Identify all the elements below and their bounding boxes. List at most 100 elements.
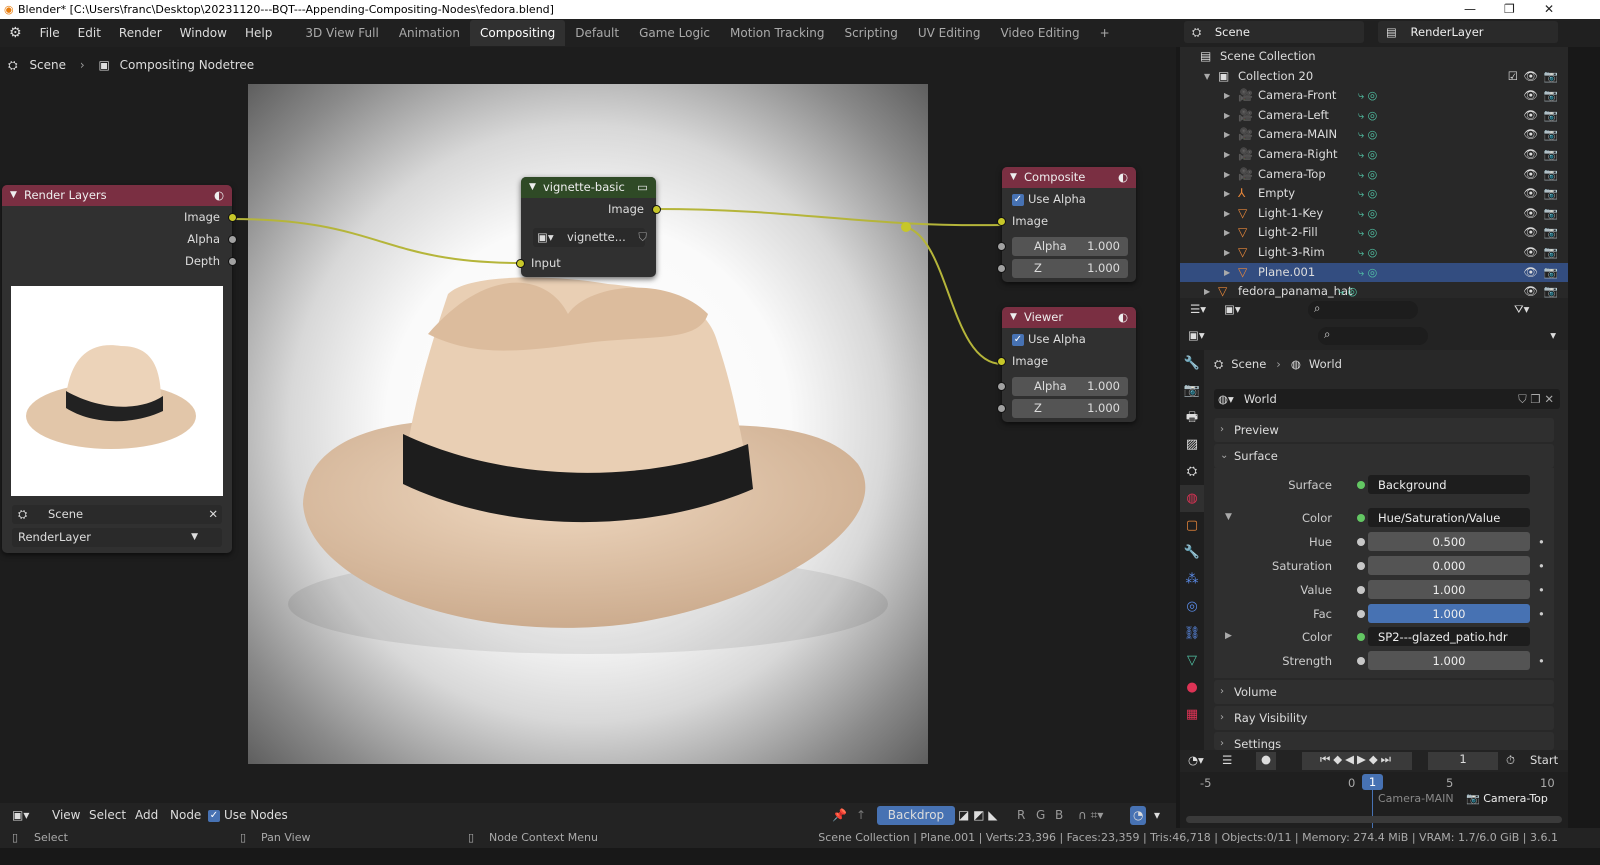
menu-select[interactable]: Select: [89, 805, 126, 825]
expand-arrow-icon[interactable]: ▶: [1224, 223, 1230, 243]
expand-arrow-icon[interactable]: ▶: [1224, 145, 1230, 165]
expand-color2-arrow[interactable]: ▶: [1225, 631, 1232, 641]
backdrop-toggle[interactable]: Backdrop: [877, 806, 955, 825]
properties-search-input[interactable]: ⌕: [1318, 327, 1428, 345]
use-nodes-checkbox[interactable]: ✓ Use Nodes: [208, 805, 288, 825]
filter-view-icon[interactable]: ▣▾: [1224, 302, 1241, 316]
pin-icon[interactable]: 📌: [832, 805, 847, 825]
scene-selector[interactable]: ⛭ Scene: [1184, 21, 1364, 43]
tab-3d-view-full[interactable]: 3D View Full: [295, 20, 389, 46]
outliner-search-input[interactable]: ⌕: [1308, 301, 1418, 319]
stopwatch-icon[interactable]: ⏱: [1506, 753, 1515, 768]
render-camera-icon[interactable]: 📷: [1544, 86, 1558, 106]
start-frame-label[interactable]: Start: [1530, 753, 1558, 767]
menu-help[interactable]: Help: [236, 19, 281, 47]
section-volume[interactable]: › Volume: [1214, 680, 1554, 704]
outliner-item[interactable]: ▶ ▽ Light-2-Fill ⤷ ◎ 👁 📷: [1180, 223, 1568, 243]
editor-type-icon[interactable]: ◔▾: [1188, 753, 1204, 767]
use-alpha-checkbox[interactable]: ✓ Use Alpha: [1002, 188, 1136, 210]
outliner-item[interactable]: ▶ 🎥 Camera-Front ⤷ ◎ 👁 📷: [1180, 86, 1568, 106]
scene-tab-icon[interactable]: ⛭: [1180, 458, 1204, 485]
render-camera-icon[interactable]: 📷: [1544, 243, 1558, 263]
timeline-scrollbar[interactable]: [1186, 816, 1562, 823]
chevron-down-icon[interactable]: ▾: [1550, 328, 1556, 342]
parent-arrow-icon[interactable]: ↑: [856, 805, 866, 825]
channel-r[interactable]: R: [1017, 805, 1025, 825]
render-layers-node[interactable]: ▼ Render Layers ◐ Image Alpha Depth Scene ⛭…: [2, 185, 237, 553]
output-tab-icon[interactable]: 🖶: [1180, 404, 1204, 431]
expand-arrow-icon[interactable]: ▶: [1224, 125, 1230, 145]
section-ray-visibility[interactable]: › Ray Visibility: [1214, 706, 1554, 730]
menu-window[interactable]: Window: [171, 19, 236, 47]
eye-icon[interactable]: 👁: [1523, 243, 1538, 263]
data-tab-icon[interactable]: ▽: [1180, 647, 1204, 674]
tab-animation[interactable]: Animation: [389, 20, 470, 46]
menu-view[interactable]: View: [52, 805, 80, 825]
outliner-root[interactable]: ▤ Scene Collection: [1180, 47, 1568, 67]
expand-arrow-icon[interactable]: ▶: [1224, 243, 1230, 263]
marker-camera-main[interactable]: Camera-MAIN: [1378, 792, 1454, 805]
socket-icon[interactable]: [1357, 610, 1365, 618]
socket-icon[interactable]: [1357, 538, 1365, 546]
modifier-data-icons[interactable]: ⤷ ◎: [1358, 106, 1377, 126]
tab-video-editing[interactable]: Video Editing: [990, 20, 1089, 46]
property-value[interactable]: 1.000: [1368, 580, 1530, 599]
modifier-data-icons[interactable]: ⤷ ◎: [1358, 86, 1377, 106]
tab-compositing[interactable]: Compositing: [470, 20, 566, 46]
render-camera-icon[interactable]: 📷: [1544, 184, 1558, 204]
alpha-field[interactable]: Alpha 1.000: [997, 237, 1128, 256]
outliner-item[interactable]: ▶ 🎥 Camera-MAIN ⤷ ◎ 👁 📷: [1180, 125, 1568, 145]
outliner-item[interactable]: ▼ ▣ Collection 20 ☑ 👁 📷: [1180, 67, 1568, 87]
render-camera-icon[interactable]: 📷: [1544, 106, 1558, 126]
menu-file[interactable]: File: [31, 19, 69, 47]
current-frame-field[interactable]: 1: [1428, 752, 1498, 770]
channel-g[interactable]: G: [1036, 805, 1045, 825]
world-datablock-selector[interactable]: ◍▾ World ⛉ ❐ ✕: [1214, 389, 1560, 409]
render-camera-icon[interactable]: 📷: [1544, 125, 1558, 145]
tab-scripting[interactable]: Scripting: [834, 20, 907, 46]
property-value[interactable]: 0.500: [1368, 532, 1530, 551]
playback-controls[interactable]: ⏮◆◀▶◆⏭: [1302, 752, 1412, 770]
expand-arrow-icon[interactable]: ▶: [1224, 204, 1230, 224]
render-camera-icon[interactable]: 📷: [1544, 165, 1558, 185]
expand-arrow-icon[interactable]: ▶: [1224, 263, 1230, 283]
eye-icon[interactable]: 👁: [1523, 263, 1538, 283]
exclude-checkbox[interactable]: ☑: [1508, 67, 1518, 87]
socket-icon[interactable]: [1357, 586, 1365, 594]
eye-icon[interactable]: 👁: [1523, 125, 1538, 145]
view-layer-selector[interactable]: ▤ RenderLayer: [1378, 21, 1558, 43]
socket-icon[interactable]: [1357, 481, 1365, 489]
modifier-data-icons[interactable]: ⤷ ◎: [1358, 165, 1377, 185]
backdrop-channel-icons[interactable]: ◪ ◩ ◣: [958, 805, 998, 825]
node-header[interactable]: ▼ Composite ◐: [1002, 167, 1136, 188]
property-value[interactable]: Background: [1368, 475, 1530, 494]
constraints-tab-icon[interactable]: ⛓: [1180, 620, 1204, 647]
socket-icon[interactable]: [1357, 633, 1365, 641]
modifier-data-icons[interactable]: ⤷ ◎: [1358, 263, 1377, 283]
outliner[interactable]: ▤ Scene Collection ▼ ▣ Collection 20 ☑ 👁 📷 ▶ 🎥 Ca…: [1180, 47, 1568, 298]
use-alpha-checkbox[interactable]: ✓ Use Alpha: [1002, 328, 1136, 350]
tab-uv-editing[interactable]: UV Editing: [908, 20, 991, 46]
overlay-toggle-icon[interactable]: ◔: [1130, 806, 1147, 825]
menu-node[interactable]: Node: [170, 805, 201, 825]
modifier-data-icons[interactable]: ⤷ ◎: [1358, 184, 1377, 204]
expand-arrow-icon[interactable]: ▶: [1224, 86, 1230, 106]
menu-render[interactable]: Render: [110, 19, 171, 47]
keyframe-dot-icon[interactable]: •: [1538, 580, 1545, 600]
z-field[interactable]: Z 1.000: [997, 259, 1128, 278]
property-value[interactable]: 0.000: [1368, 556, 1530, 575]
playhead-frame[interactable]: 1: [1362, 774, 1383, 790]
keyframe-dot-icon[interactable]: •: [1538, 532, 1545, 552]
eye-icon[interactable]: 👁: [1523, 86, 1538, 106]
property-value[interactable]: 1.000: [1368, 651, 1530, 670]
modifier-tab-icon[interactable]: 🔧: [1180, 539, 1204, 566]
expand-arrow-icon[interactable]: ▼: [1204, 67, 1210, 87]
eye-icon[interactable]: 👁: [1523, 145, 1538, 165]
expand-arrow-icon[interactable]: ▶: [1224, 165, 1230, 185]
marker-camera-top[interactable]: 📷 Camera-Top: [1466, 792, 1548, 805]
minimize-button[interactable]: —: [1464, 0, 1476, 19]
material-tab-icon[interactable]: ●: [1180, 674, 1204, 701]
blender-menu-icon[interactable]: ⚙: [0, 19, 31, 47]
snap-icon[interactable]: ∩ ⌗▾: [1078, 805, 1103, 825]
layer-dropdown[interactable]: RenderLayer ▼: [12, 528, 222, 547]
